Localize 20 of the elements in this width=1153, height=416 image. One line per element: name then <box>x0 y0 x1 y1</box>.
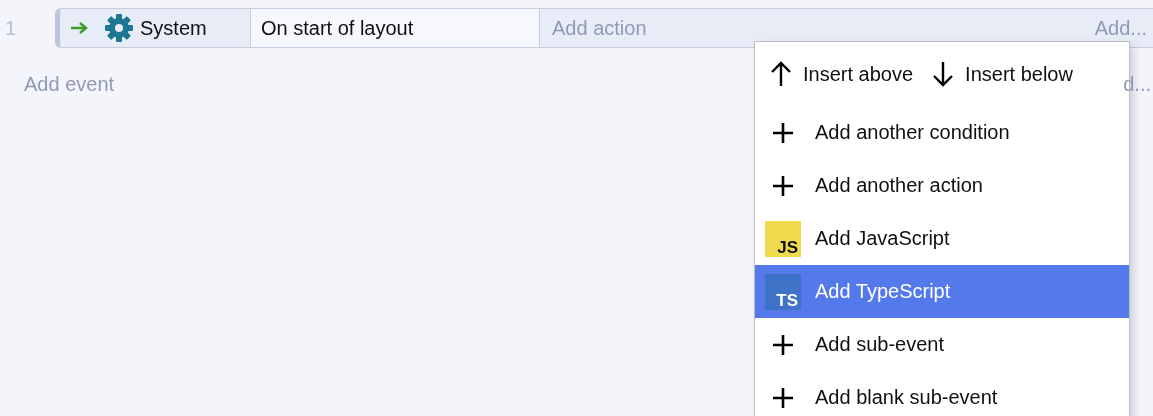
javascript-icon: JS <box>765 220 801 257</box>
menu-item[interactable]: TS Add TypeScript <box>755 265 1129 318</box>
object-name: System <box>140 16 207 40</box>
menu-item[interactable]: Insert below <box>929 56 1075 92</box>
menu-item[interactable]: Add sub-event <box>755 318 1129 371</box>
menu-item[interactable]: Add another action <box>755 159 1129 212</box>
menu-item[interactable]: Add blank sub-event <box>755 371 1129 416</box>
event-number: 1 <box>4 15 18 41</box>
condition-text: On start of layout <box>261 16 414 40</box>
arrow-icon <box>70 21 90 35</box>
gear-icon <box>104 13 134 43</box>
object-cell[interactable]: System <box>60 9 251 47</box>
up-arrow-icon <box>769 60 793 88</box>
down-arrow-icon <box>931 60 956 88</box>
condition-cell[interactable]: On start of layout <box>251 9 540 47</box>
menu-item[interactable]: JS Add JavaScript <box>755 212 1129 265</box>
menu-item[interactable]: Insert above <box>767 56 916 92</box>
event-row[interactable]: System On start of layout Add action Add... <box>55 8 1153 48</box>
menu-item[interactable]: Add another condition <box>755 106 1129 159</box>
typescript-icon: TS <box>765 273 801 310</box>
